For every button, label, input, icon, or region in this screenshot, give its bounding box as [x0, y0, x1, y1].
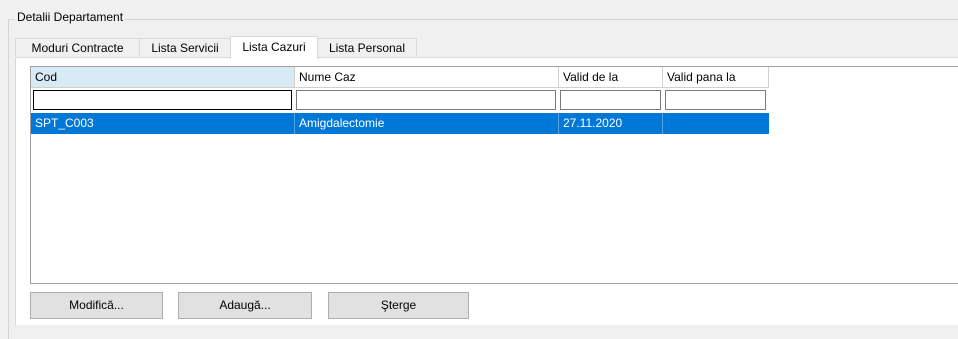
column-header-valid-de-la[interactable]: Valid de la — [559, 67, 663, 88]
filter-cod-input[interactable] — [33, 90, 292, 110]
cell-valid-de-la: 27.11.2020 — [559, 113, 663, 134]
filter-nume-caz-input[interactable] — [296, 90, 556, 110]
group-title: Detalii Departament — [15, 10, 126, 24]
cell-nume-caz: Amigdalectomie — [295, 113, 559, 134]
filter-valid-de-la-input[interactable] — [560, 90, 661, 110]
column-header-cod[interactable]: Cod — [31, 67, 295, 88]
cell-valid-pana-la — [663, 113, 769, 134]
tab-lista-personal[interactable]: Lista Personal — [317, 38, 417, 56]
column-header-valid-pana-la[interactable]: Valid pana la — [663, 67, 769, 88]
cell-cod: SPT_C003 — [31, 113, 295, 134]
filter-valid-pana-la-input[interactable] — [665, 90, 766, 110]
tab-lista-cazuri[interactable]: Lista Cazuri — [230, 36, 318, 59]
column-header-nume-caz[interactable]: Nume Caz — [295, 67, 559, 88]
table-row[interactable]: SPT_C003 Amigdalectomie 27.11.2020 — [31, 113, 769, 134]
tab-moduri-contracte[interactable]: Moduri Contracte — [15, 38, 140, 56]
modify-button[interactable]: Modifică... — [30, 292, 163, 319]
tab-lista-servicii[interactable]: Lista Servicii — [139, 38, 231, 56]
add-button[interactable]: Adaugă... — [178, 292, 312, 319]
cases-grid[interactable]: Cod Nume Caz Valid de la Valid pana la S… — [30, 66, 958, 284]
delete-button[interactable]: Şterge — [328, 292, 469, 319]
